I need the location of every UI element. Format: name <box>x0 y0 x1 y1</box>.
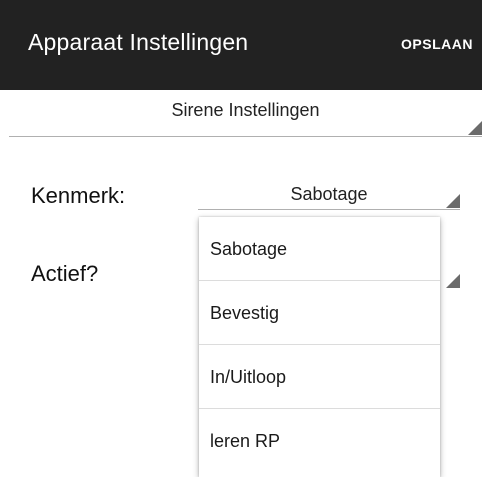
actief-label: Actief? <box>31 261 99 286</box>
dropdown-option-label: In/Uitloop <box>210 367 287 387</box>
dropdown-option-label: Sabotage <box>210 239 288 259</box>
page-title: Apparaat Instellingen <box>28 29 249 55</box>
app-bar: Apparaat Instellingen OPSLAAN <box>0 0 482 90</box>
dropdown-arrow-icon <box>446 194 460 208</box>
kenmerk-value: Sabotage <box>290 184 368 204</box>
dropdown-underline <box>198 209 460 210</box>
kenmerk-dropdown[interactable]: Sabotage <box>198 176 460 210</box>
kenmerk-dropdown-menu: Sabotage Bevestig In/Uitloop leren RP <box>199 217 440 477</box>
save-button[interactable]: OPSLAAN <box>401 36 473 52</box>
dropdown-arrow-icon <box>446 274 460 288</box>
dropdown-option-label: Bevestig <box>210 303 280 323</box>
dropdown-option-label: leren RP <box>210 431 281 451</box>
device-settings-screen: Apparaat Instellingen OPSLAAN Sirene Ins… <box>0 0 482 477</box>
dropdown-option-leren-rp[interactable]: leren RP <box>199 409 440 473</box>
actief-dropdown[interactable] <box>440 266 460 288</box>
dropdown-underline <box>9 136 482 137</box>
dropdown-option-bevestig[interactable]: Bevestig <box>199 281 440 345</box>
settings-section-value: Sirene Instellingen <box>171 100 320 120</box>
dropdown-option-sabotage[interactable]: Sabotage <box>199 217 440 281</box>
dropdown-arrow-icon <box>468 121 482 135</box>
kenmerk-label: Kenmerk: <box>31 183 126 208</box>
settings-section-dropdown[interactable]: Sirene Instellingen <box>9 90 482 137</box>
dropdown-option-in-uitloop[interactable]: In/Uitloop <box>199 345 440 409</box>
